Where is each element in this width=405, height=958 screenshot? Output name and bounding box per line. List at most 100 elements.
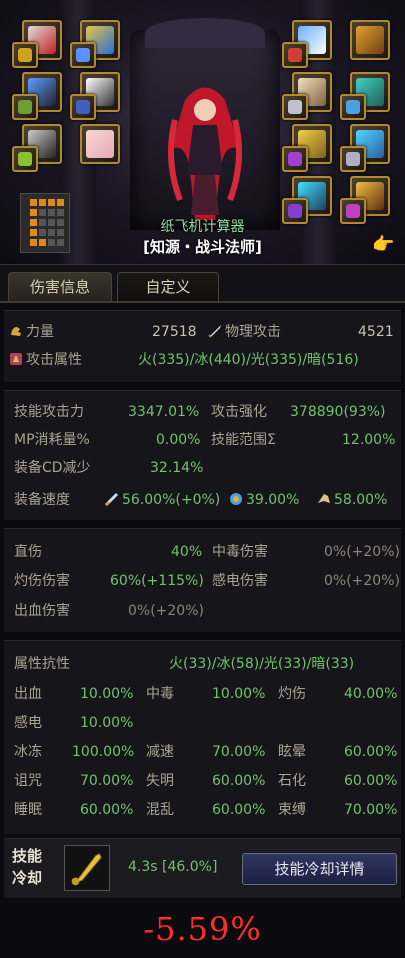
phys-atk-row: 物理攻击: [207, 321, 281, 343]
golden-horn-icon[interactable]: [64, 845, 110, 891]
tab-divider: [0, 301, 405, 303]
character-portrait: [168, 87, 242, 220]
pet-slot[interactable]: [80, 124, 120, 164]
direct-damage-label: 直伤: [14, 544, 42, 560]
resist-label: 感电: [14, 715, 42, 731]
resist-value: 40.00%: [344, 686, 398, 702]
basic-stats-section: 力量 27518 物理攻击 4521 攻击属性 火(335)/冰(440)/光(…: [4, 310, 401, 382]
atk-enhance-value: 378890(93%): [290, 404, 386, 420]
resist-element-value: 火(33)/冰(58)/光(33)/暗(33): [169, 656, 355, 672]
resist-label: 中毒: [146, 686, 174, 702]
skill-range-value: 12.00%: [342, 432, 396, 448]
skill-atk-label: 技能攻击力: [14, 404, 84, 420]
result-percentage: -5.59%: [143, 910, 262, 948]
card-slot[interactable]: [340, 146, 366, 172]
resist-value: 10.00%: [80, 686, 134, 702]
resist-label: 石化: [278, 773, 306, 789]
element-value: 火(335)/冰(440)/光(335)/暗(516): [138, 352, 359, 368]
atk-enhance-label: 攻击强化: [211, 404, 267, 420]
artifact-slot[interactable]: [282, 146, 308, 172]
resist-label: 诅咒: [14, 773, 42, 789]
calculator-name: 纸飞机计算器: [160, 219, 245, 235]
skill-atk-value: 3347.01%: [128, 404, 200, 420]
cooldown-label: 技能冷却: [12, 847, 43, 887]
move-speed-row: 58.00%: [316, 489, 387, 511]
title-slot[interactable]: [12, 42, 38, 68]
sword-icon: [208, 325, 221, 338]
belt-slot[interactable]: [12, 94, 38, 120]
character-class-line: [知源・战斗法师]: [143, 238, 262, 256]
resist-value: 70.00%: [80, 773, 134, 789]
resist-value: 70.00%: [344, 802, 398, 818]
equip-cdr-value: 32.14%: [150, 460, 204, 476]
poison-damage-value: 0%(+20%): [324, 544, 400, 560]
resist-label: 减速: [146, 744, 174, 760]
tab-damage-info[interactable]: 伤害信息: [8, 272, 112, 302]
pants-slot[interactable]: [70, 94, 96, 120]
cooldown-detail-button[interactable]: 技能冷却详情: [242, 853, 397, 885]
tab-custom[interactable]: 自定义: [117, 272, 219, 302]
resist-label: 睡眠: [14, 802, 42, 818]
tab-bar: 伤害信息 自定义: [0, 265, 405, 303]
resist-value: 60.00%: [212, 802, 266, 818]
attack-speed-value: 56.00%(+0%): [122, 492, 221, 508]
strength-icon: [11, 327, 21, 336]
burn-damage-label: 灼伤伤害: [14, 573, 70, 589]
phys-atk-label: 物理攻击: [225, 324, 281, 340]
skill-range-label: 技能范围Σ: [211, 432, 276, 448]
bracelet-slot[interactable]: [350, 20, 390, 60]
resist-label: 混乱: [146, 802, 174, 818]
mp-cost-label: MP消耗量%: [14, 432, 90, 448]
shock-damage-label: 感电伤害: [212, 573, 268, 589]
resist-label: 灼伤: [278, 686, 306, 702]
emblem-slot[interactable]: [282, 42, 308, 68]
cooldown-value: 4.3s [46.0%]: [128, 859, 218, 875]
cast-speed-icon: [230, 493, 242, 505]
resist-value: 10.00%: [80, 715, 134, 731]
attack-speed-icon: [104, 492, 119, 507]
damage-type-section: 直伤 40% 中毒伤害 0%(+20%) 灼伤伤害 60%(+115%) 感电伤…: [4, 528, 401, 632]
resist-label: 出血: [14, 686, 42, 702]
shock-damage-value: 0%(+20%): [324, 573, 400, 589]
resist-value: 60.00%: [212, 773, 266, 789]
strength-value: 27518: [152, 324, 197, 340]
bleed-damage-value: 0%(+20%): [128, 603, 204, 619]
equipment-panel: 纸飞机计算器 [知源・战斗法师] 👉: [0, 0, 405, 265]
avatar-slot[interactable]: [282, 94, 308, 120]
attack-speed-row: 56.00%(+0%): [104, 489, 220, 511]
resist-label: 失明: [146, 773, 174, 789]
resist-value: 60.00%: [344, 773, 398, 789]
cooldown-bar: 技能冷却 4.3s [46.0%] 技能冷却详情: [4, 838, 401, 898]
aura-slot[interactable]: [70, 42, 96, 68]
resist-label: 眩晕: [278, 744, 306, 760]
bleed-damage-label: 出血伤害: [14, 603, 70, 619]
element-icon: [10, 353, 22, 365]
resist-value: 70.00%: [212, 744, 266, 760]
resist-label: 冰冻: [14, 744, 42, 760]
pointing-hand-icon[interactable]: 👉: [372, 234, 394, 255]
resist-value: 10.00%: [212, 686, 266, 702]
cast-speed-row: 39.00%: [228, 489, 299, 511]
move-speed-icon: [318, 494, 330, 503]
skill-stats-section: 技能攻击力 3347.01% 攻击强化 378890(93%) MP消耗量% 0…: [4, 390, 401, 520]
resistance-section: 属性抗性 火(33)/冰(58)/光(33)/暗(33) 出血 10.00% 中毒 1…: [4, 640, 401, 834]
move-speed-value: 58.00%: [334, 492, 388, 508]
cast-speed-value: 39.00%: [246, 492, 300, 508]
skin-slot[interactable]: [340, 94, 366, 120]
phys-atk-value: 4521: [358, 324, 394, 340]
mp-cost-value: 0.00%: [156, 432, 201, 448]
resist-title: 属性抗性: [14, 656, 70, 672]
element-label: 攻击属性: [26, 352, 82, 368]
resist-value: 60.00%: [344, 744, 398, 760]
burn-damage-value: 60%(+115%): [110, 573, 204, 589]
creature-slot[interactable]: [12, 146, 38, 172]
element-row: 攻击属性: [8, 349, 82, 371]
resist-label: 束缚: [278, 802, 306, 818]
equip-cdr-label: 装备CD减少: [14, 460, 91, 476]
strength-label: 力量: [26, 324, 54, 340]
direct-damage-value: 40%: [171, 544, 203, 560]
strength-row: 力量: [8, 321, 54, 343]
resist-value: 100.00%: [72, 744, 135, 760]
poison-damage-label: 中毒伤害: [212, 544, 268, 560]
equip-speed-label: 装备速度: [14, 492, 70, 508]
